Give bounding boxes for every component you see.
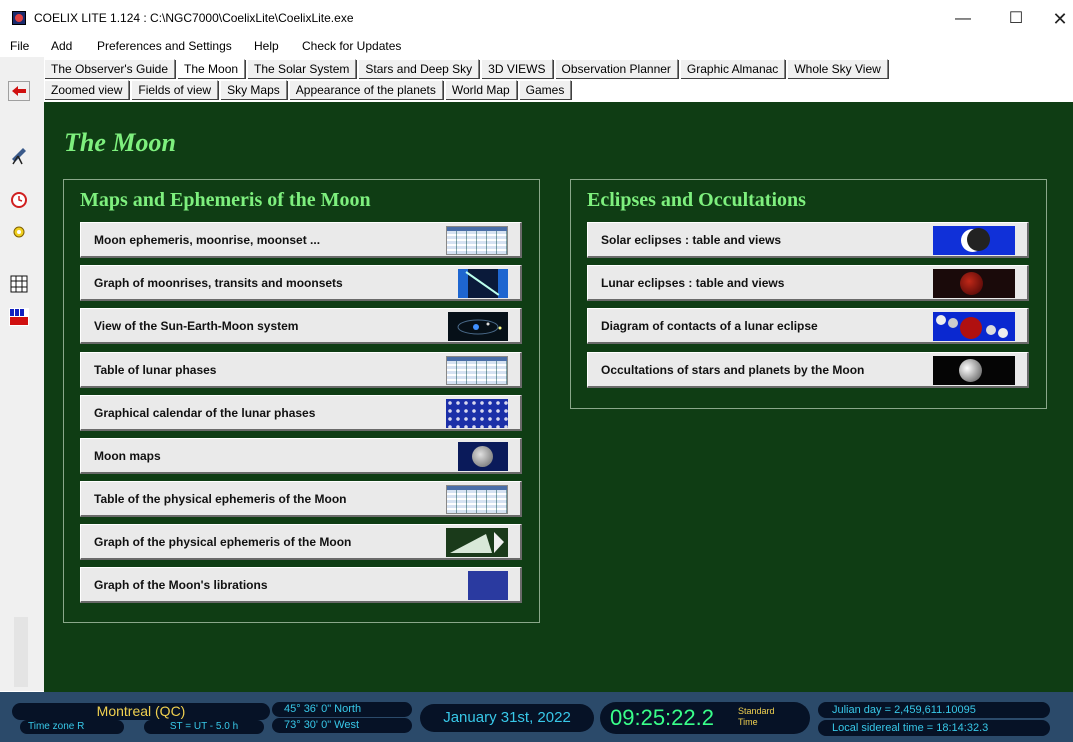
red-moon-icon bbox=[960, 272, 983, 295]
grid-icon[interactable] bbox=[8, 274, 30, 294]
table-thumbnail-icon bbox=[446, 226, 508, 255]
st-offset-label: ST = UT - 5.0 h bbox=[144, 720, 264, 734]
sidereal-time-label: Local sidereal time = 18:14:32.3 bbox=[818, 720, 1050, 736]
item-label: Occultations of stars and planets by the… bbox=[601, 363, 865, 377]
tab-zoomed-view[interactable]: Zoomed view bbox=[44, 80, 130, 99]
menu-preferences[interactable]: Preferences and Settings bbox=[97, 39, 232, 53]
title-bar: COELIX LITE 1.124 : C:\NGC7000\CoelixLit… bbox=[0, 0, 1073, 38]
solar-eclipse-thumbnail-icon bbox=[933, 226, 1015, 255]
left-toolbar bbox=[0, 57, 44, 691]
menu-check-updates[interactable]: Check for Updates bbox=[302, 39, 401, 53]
tab-row-secondary: Zoomed view Fields of view Sky Maps Appe… bbox=[44, 80, 573, 100]
item-moon-maps[interactable]: Moon maps bbox=[80, 438, 522, 474]
eclipse-disc-icon bbox=[961, 228, 990, 252]
graph-thumbnail-icon bbox=[446, 528, 508, 557]
tab-sky-maps[interactable]: Sky Maps bbox=[220, 80, 287, 99]
item-label: Graph of the Moon's librations bbox=[94, 578, 268, 592]
menu-bar: File Add Preferences and Settings Help C… bbox=[0, 39, 1073, 57]
time-kind-line-2: Time bbox=[738, 717, 758, 727]
table-thumbnail-icon bbox=[446, 356, 508, 385]
chart-icon[interactable] bbox=[8, 307, 30, 327]
item-label: Table of the physical ephemeris of the M… bbox=[94, 492, 347, 506]
time-kind-label: Standard Time bbox=[738, 706, 775, 728]
item-label: Moon maps bbox=[94, 449, 161, 463]
app-icon bbox=[12, 11, 26, 25]
occultation-thumbnail-icon bbox=[933, 356, 1015, 385]
tab-appearance-planets[interactable]: Appearance of the planets bbox=[288, 80, 443, 99]
tab-the-moon[interactable]: The Moon bbox=[177, 59, 246, 78]
tab-3d-views[interactable]: 3D VIEWS bbox=[481, 59, 553, 78]
menu-file[interactable]: File bbox=[10, 39, 29, 53]
panel-title: Maps and Ephemeris of the Moon bbox=[80, 189, 371, 211]
window-title: COELIX LITE 1.124 : C:\NGC7000\CoelixLit… bbox=[34, 11, 354, 25]
toolbar-scrollbar[interactable] bbox=[14, 617, 28, 687]
table-thumbnail-icon bbox=[446, 485, 508, 514]
page-title: The Moon bbox=[64, 128, 176, 157]
date-display[interactable]: January 31st, 2022 bbox=[420, 704, 594, 732]
item-moonrise-graph[interactable]: Graph of moonrises, transits and moonset… bbox=[80, 265, 522, 301]
clock-value: 09:25:22.2 bbox=[610, 705, 714, 730]
item-label: Solar eclipses : table and views bbox=[601, 233, 782, 247]
julian-day-label: Julian day = 2,459,611.10095 bbox=[818, 702, 1050, 718]
main-content: The Moon Maps and Ephemeris of the Moon … bbox=[44, 102, 1073, 692]
item-label: View of the Sun-Earth-Moon system bbox=[94, 319, 299, 333]
menu-add[interactable]: Add bbox=[51, 39, 72, 53]
minimize-button[interactable]: — bbox=[943, 6, 983, 32]
transit-graph-thumbnail-icon bbox=[458, 269, 508, 298]
status-bar: Montreal (QC) Time zone R ST = UT - 5.0 … bbox=[0, 692, 1073, 742]
item-label: Table of lunar phases bbox=[94, 363, 217, 377]
left-arrow-icon[interactable] bbox=[8, 81, 30, 101]
moon-disc-icon bbox=[472, 446, 493, 467]
item-sun-earth-moon[interactable]: View of the Sun-Earth-Moon system bbox=[80, 308, 522, 344]
item-label: Graphical calendar of the lunar phases bbox=[94, 406, 316, 420]
tab-row-main: The Observer's Guide The Moon The Solar … bbox=[44, 59, 890, 79]
tab-fields-of-view[interactable]: Fields of view bbox=[131, 80, 219, 99]
eclipses-panel: Eclipses and Occultations Solar eclipses… bbox=[570, 179, 1047, 409]
tab-stars-deep-sky[interactable]: Stars and Deep Sky bbox=[358, 59, 480, 78]
sun-icon[interactable] bbox=[8, 222, 30, 242]
tab-observation-planner[interactable]: Observation Planner bbox=[554, 59, 678, 78]
item-lunar-eclipses[interactable]: Lunar eclipses : table and views bbox=[587, 265, 1029, 301]
time-kind-line-1: Standard bbox=[738, 706, 775, 716]
item-label: Diagram of contacts of a lunar eclipse bbox=[601, 319, 818, 333]
item-moon-ephemeris[interactable]: Moon ephemeris, moonrise, moonset ... bbox=[80, 222, 522, 258]
item-physical-ephemeris-table[interactable]: Table of the physical ephemeris of the M… bbox=[80, 481, 522, 517]
location-city[interactable]: Montreal (QC) bbox=[12, 703, 270, 720]
moon-maps-panel: Maps and Ephemeris of the Moon Moon ephe… bbox=[63, 179, 540, 623]
timezone-label: Time zone R bbox=[20, 720, 124, 734]
item-label: Lunar eclipses : table and views bbox=[601, 276, 785, 290]
tab-games[interactable]: Games bbox=[518, 80, 572, 99]
moon-disc-icon bbox=[959, 359, 982, 382]
latitude-label: 45° 36' 0" North bbox=[272, 702, 412, 717]
longitude-label: 73° 30' 0" West bbox=[272, 718, 412, 733]
tab-whole-sky-view[interactable]: Whole Sky View bbox=[787, 59, 888, 78]
item-solar-eclipses[interactable]: Solar eclipses : table and views bbox=[587, 222, 1029, 258]
tab-observers-guide[interactable]: The Observer's Guide bbox=[44, 59, 176, 78]
time-display[interactable]: 09:25:22.2 Standard Time bbox=[600, 702, 810, 734]
item-occultations[interactable]: Occultations of stars and planets by the… bbox=[587, 352, 1029, 388]
lunar-eclipse-thumbnail-icon bbox=[933, 269, 1015, 298]
item-label: Graph of the physical ephemeris of the M… bbox=[94, 535, 352, 549]
clock-icon[interactable] bbox=[8, 190, 30, 210]
telescope-icon[interactable] bbox=[8, 145, 30, 165]
tab-world-map[interactable]: World Map bbox=[444, 80, 517, 99]
item-label: Moon ephemeris, moonrise, moonset ... bbox=[94, 233, 321, 247]
tab-solar-system[interactable]: The Solar System bbox=[247, 59, 357, 78]
moon-map-thumbnail-icon bbox=[458, 442, 508, 471]
item-label: Graph of moonrises, transits and moonset… bbox=[94, 276, 343, 290]
contacts-thumbnail-icon bbox=[933, 312, 1015, 341]
panel-title: Eclipses and Occultations bbox=[587, 189, 806, 211]
item-physical-ephemeris-graph[interactable]: Graph of the physical ephemeris of the M… bbox=[80, 524, 522, 560]
item-phases-calendar[interactable]: Graphical calendar of the lunar phases bbox=[80, 395, 522, 431]
item-eclipse-contacts[interactable]: Diagram of contacts of a lunar eclipse bbox=[587, 308, 1029, 344]
phases-calendar-thumbnail-icon bbox=[446, 399, 508, 428]
libration-thumbnail-icon bbox=[468, 571, 508, 600]
menu-help[interactable]: Help bbox=[254, 39, 279, 53]
close-button[interactable]: ✕ bbox=[1040, 6, 1073, 32]
tab-graphic-almanac[interactable]: Graphic Almanac bbox=[679, 59, 786, 78]
item-lunar-phases-table[interactable]: Table of lunar phases bbox=[80, 352, 522, 388]
item-librations-graph[interactable]: Graph of the Moon's librations bbox=[80, 567, 522, 603]
maximize-button[interactable]: ☐ bbox=[996, 6, 1036, 32]
orbit-thumbnail-icon bbox=[448, 312, 508, 341]
